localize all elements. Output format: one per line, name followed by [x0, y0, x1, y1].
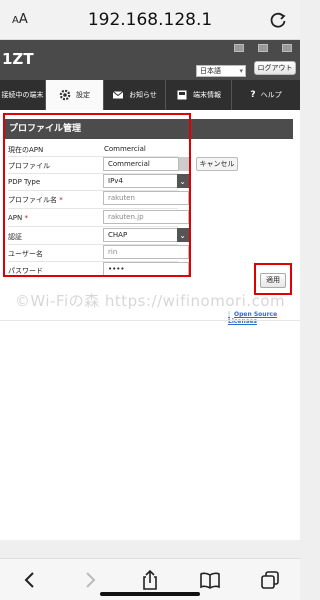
- nav-label: 接続中の端末: [1, 91, 44, 99]
- cancel-button[interactable]: キャンセル: [196, 157, 238, 171]
- back-button[interactable]: [19, 569, 41, 591]
- tabs-button[interactable]: [259, 569, 281, 591]
- share-button[interactable]: [139, 569, 161, 591]
- tabs-icon: [261, 570, 279, 589]
- forward-button[interactable]: [79, 569, 101, 591]
- signal-icon: [234, 44, 244, 52]
- language-select[interactable]: 日本語: [196, 65, 246, 77]
- header-bar: 1ZT 日本語 ログアウト: [0, 40, 300, 82]
- nav-label: ヘルプ: [260, 91, 282, 99]
- chevron-down-icon: ⌄: [179, 231, 186, 240]
- status-icons: [234, 44, 292, 52]
- info-card-icon: [177, 90, 187, 100]
- router-page: 1ZT 日本語 ログアウト 接続中の端末 設定 お知らせ: [0, 40, 300, 540]
- logout-button[interactable]: ログアウト: [254, 61, 296, 75]
- chevron-down-icon: ⌄: [179, 177, 186, 186]
- nav-help[interactable]: ? ヘルプ: [232, 80, 300, 110]
- chevron-right-icon: [86, 571, 96, 588]
- chevron-left-icon: [24, 571, 34, 588]
- nav-connected-devices[interactable]: 接続中の端末: [0, 80, 46, 110]
- open-source-link[interactable]: | Open Source Licenses: [228, 311, 300, 325]
- nav-settings[interactable]: 設定: [46, 80, 104, 110]
- nav-label: お知らせ: [129, 91, 157, 99]
- footer-divider: [0, 320, 300, 321]
- wifi-icon: [258, 44, 268, 52]
- nav-device-info[interactable]: 端末情報: [166, 80, 232, 110]
- apply-highlight-box: [254, 263, 292, 295]
- gear-icon: [59, 89, 71, 101]
- brand-logo: 1ZT: [2, 50, 34, 68]
- footer-separator: |: [228, 311, 231, 318]
- nav-label: 設定: [76, 91, 90, 99]
- share-icon: [143, 569, 157, 590]
- home-indicator: [100, 592, 200, 596]
- envelope-icon: [112, 91, 124, 99]
- book-icon: [200, 572, 220, 589]
- reload-icon[interactable]: [268, 10, 288, 30]
- nav-notices[interactable]: お知らせ: [104, 80, 166, 110]
- url-field[interactable]: 192.168.128.1: [0, 10, 300, 30]
- browser-address-bar: AA 192.168.128.1: [0, 0, 300, 40]
- question-icon: ?: [250, 90, 256, 100]
- profile-highlight-box: [3, 113, 191, 277]
- bookmarks-button[interactable]: [199, 569, 221, 591]
- battery-icon: [282, 44, 292, 52]
- nav-label: 端末情報: [193, 91, 221, 99]
- main-nav: 接続中の端末 設定 お知らせ 端末情報 ? ヘルプ: [0, 80, 300, 110]
